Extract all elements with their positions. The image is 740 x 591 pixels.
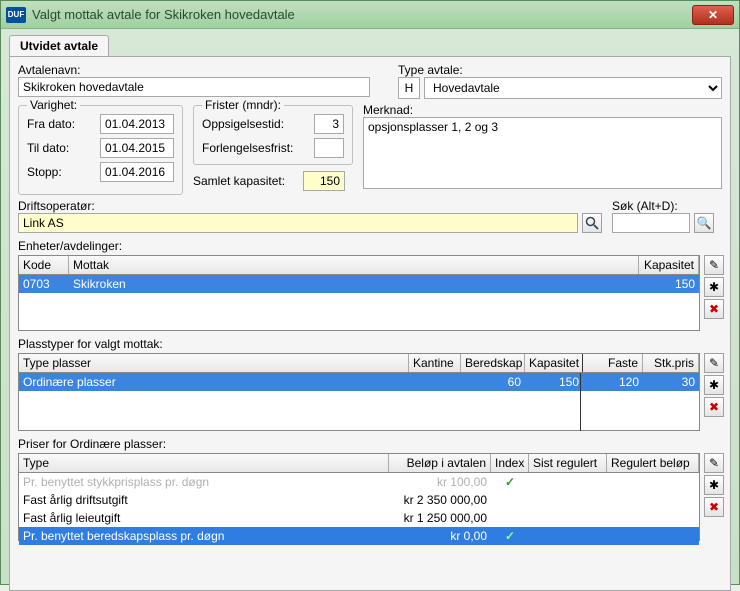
typeavtale-code[interactable]: [398, 77, 420, 99]
add-button[interactable]: ✱: [704, 277, 724, 297]
plasstyper-grid[interactable]: Type plasser Kantine Beredskap Kapasitet…: [18, 353, 700, 431]
window-title: Valgt mottak avtale for Skikroken hoveda…: [32, 7, 295, 22]
sok-button[interactable]: 🔍: [694, 213, 714, 233]
delete-button[interactable]: ✖: [704, 397, 724, 417]
merknad-textarea[interactable]: opsjonsplasser 1, 2 og 3: [363, 117, 722, 189]
col-type[interactable]: Type: [19, 454, 389, 472]
col-kapasitet2[interactable]: Kapasitet: [525, 354, 583, 372]
fra-dato-input[interactable]: [100, 114, 174, 134]
samlet-label: Samlet kapasitet:: [193, 174, 297, 188]
col-stkpris[interactable]: Stk.pris: [643, 354, 699, 372]
pencil-icon: ✎: [709, 356, 719, 370]
asterisk-icon: ✱: [709, 478, 719, 492]
col-kantine[interactable]: Kantine: [409, 354, 461, 372]
stopp-label: Stopp:: [27, 165, 94, 179]
table-row[interactable]: Fast årlig driftsutgiftkr 2 350 000,00: [19, 491, 699, 509]
delete-button[interactable]: ✖: [704, 497, 724, 517]
avtalenavn-label: Avtalenavn:: [18, 63, 378, 77]
close-icon: ✕: [708, 8, 718, 22]
sok-input[interactable]: [612, 213, 690, 233]
priser-label: Priser for Ordinære plasser:: [18, 437, 722, 451]
fra-dato-label: Fra dato:: [27, 117, 94, 131]
enheter-label: Enheter/avdelinger:: [18, 239, 722, 253]
check-icon: ✓: [491, 473, 529, 491]
varighet-group: Varighet: Fra dato: Til dato: Stopp:: [18, 105, 183, 195]
col-beredskap[interactable]: Beredskap: [461, 354, 525, 372]
binoculars-icon: 🔍: [697, 216, 712, 230]
merknad-label: Merknad:: [363, 103, 722, 117]
til-dato-input[interactable]: [100, 138, 174, 158]
table-row[interactable]: Ordinære plasser 60 150 120 30: [19, 373, 699, 391]
edit-button[interactable]: ✎: [704, 353, 724, 373]
check-icon: [491, 491, 529, 509]
check-icon: [491, 509, 529, 527]
operator-label: Driftsoperatør:: [18, 199, 602, 213]
delete-icon: ✖: [709, 500, 719, 514]
delete-icon: ✖: [709, 400, 719, 414]
col-typeplasser[interactable]: Type plasser: [19, 354, 409, 372]
forlengelse-input[interactable]: [314, 138, 344, 158]
col-belop[interactable]: Beløp i avtalen: [389, 454, 491, 472]
pencil-icon: ✎: [709, 258, 719, 272]
col-kode[interactable]: Kode: [19, 256, 69, 274]
app-logo: DUF: [6, 7, 26, 23]
col-faste[interactable]: Faste: [583, 354, 643, 372]
edit-button[interactable]: ✎: [704, 255, 724, 275]
table-row[interactable]: Pr. benyttet stykkprisplass pr. døgnkr 1…: [19, 473, 699, 491]
col-kapasitet[interactable]: Kapasitet: [639, 256, 699, 274]
panel-body: Avtalenavn: Type avtale: Hovedavtale Var…: [9, 56, 731, 591]
titlebar: DUF Valgt mottak avtale for Skikroken ho…: [1, 1, 739, 29]
sok-label: Søk (Alt+D):: [612, 199, 722, 213]
col-mottak[interactable]: Mottak: [69, 256, 639, 274]
frister-group: Frister (mndr): Oppsigelsestid: Forlenge…: [193, 105, 353, 165]
samlet-input[interactable]: [303, 171, 345, 191]
frister-legend: Frister (mndr):: [202, 98, 284, 112]
oppsigelse-input[interactable]: [314, 114, 344, 134]
forlengelse-label: Forlengelsesfrist:: [202, 141, 308, 155]
plasstyper-label: Plasstyper for valgt mottak:: [18, 337, 722, 351]
pencil-icon: ✎: [709, 456, 719, 470]
check-icon: ✓: [491, 527, 529, 545]
table-row[interactable]: Pr. benyttet beredskapsplass pr. døgnkr …: [19, 527, 699, 545]
til-dato-label: Til dato:: [27, 141, 94, 155]
varighet-legend: Varighet:: [27, 98, 80, 112]
close-button[interactable]: ✕: [692, 5, 734, 25]
stopp-input[interactable]: [100, 162, 174, 182]
operator-input[interactable]: [18, 213, 578, 233]
app-window: DUF Valgt mottak avtale for Skikroken ho…: [0, 0, 740, 585]
add-button[interactable]: ✱: [704, 375, 724, 395]
delete-icon: ✖: [709, 302, 719, 316]
asterisk-icon: ✱: [709, 280, 719, 294]
col-regbel[interactable]: Regulert beløp: [607, 454, 699, 472]
operator-search-button[interactable]: [582, 213, 602, 233]
avtalenavn-input[interactable]: [18, 77, 370, 97]
asterisk-icon: ✱: [709, 378, 719, 392]
oppsigelse-label: Oppsigelsestid:: [202, 117, 308, 131]
enheter-grid[interactable]: Kode Mottak Kapasitet 0703 Skikroken 150: [18, 255, 700, 331]
col-index[interactable]: Index: [491, 454, 529, 472]
search-icon: [585, 216, 599, 230]
table-row[interactable]: 0703 Skikroken 150: [19, 275, 699, 293]
add-button[interactable]: ✱: [704, 475, 724, 495]
priser-grid[interactable]: Type Beløp i avtalen Index Sist regulert…: [18, 453, 700, 541]
tab-utvidet-avtale[interactable]: Utvidet avtale: [9, 35, 109, 56]
typeavtale-select[interactable]: Hovedavtale: [424, 77, 722, 99]
typeavtale-label: Type avtale:: [398, 63, 722, 77]
table-row[interactable]: Fast årlig leieutgiftkr 1 250 000,00: [19, 509, 699, 527]
col-sistreg[interactable]: Sist regulert: [529, 454, 607, 472]
delete-button[interactable]: ✖: [704, 299, 724, 319]
edit-button[interactable]: ✎: [704, 453, 724, 473]
tabstrip: Utvidet avtale: [1, 29, 739, 56]
